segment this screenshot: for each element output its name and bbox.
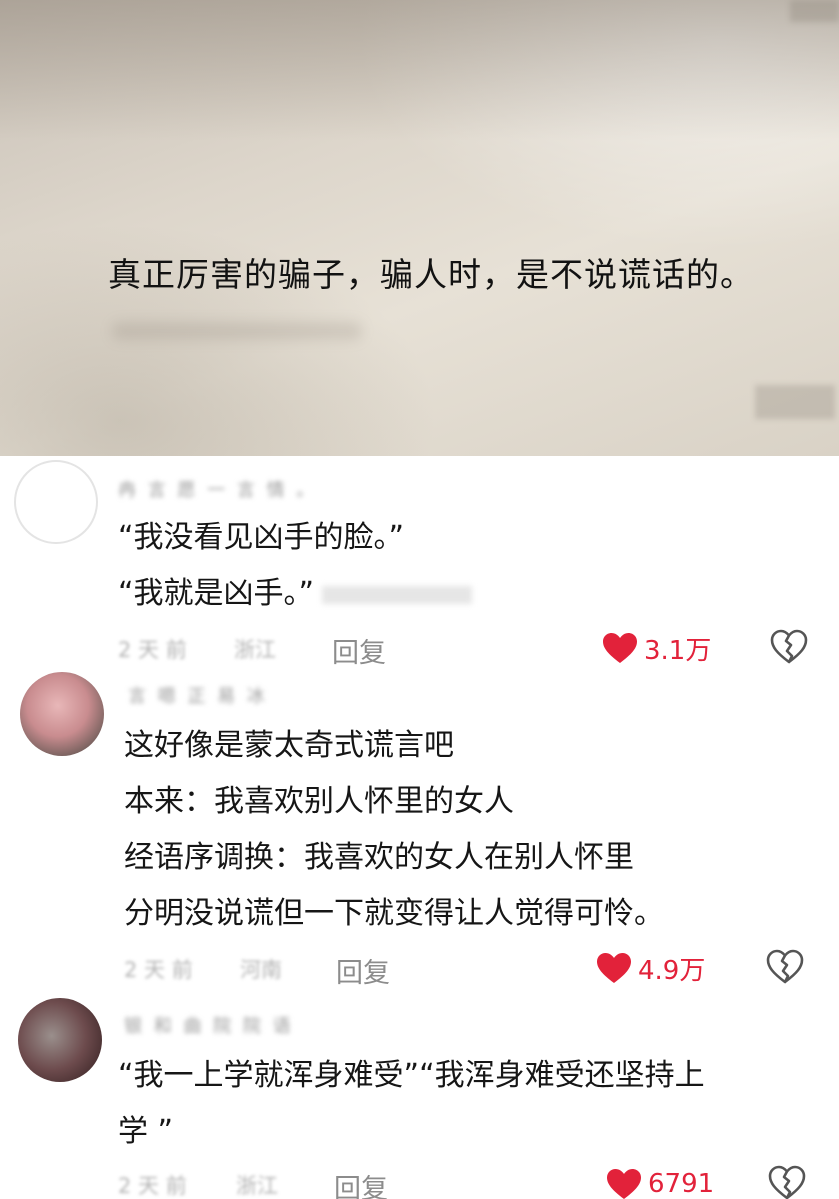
comment-line-text: “我就是凶手。”	[118, 576, 315, 611]
post-image: 真正厉害的骗子，骗人时，是不说谎话的。	[0, 0, 839, 456]
comment-username[interactable]: 言 嗯 正 易 冰	[128, 682, 268, 707]
reply-button[interactable]: 回复	[336, 951, 390, 990]
like-count: 3.1万	[644, 635, 712, 666]
comment-line: 分明没说谎但一下就变得让人觉得可怜。	[124, 896, 664, 931]
comment-meta: 2 天 前 浙江 回复 3.1万	[0, 628, 839, 670]
comment-meta: 2 天 前 河南 回复 4.9万	[0, 948, 839, 990]
blurred-book-line	[112, 322, 362, 340]
comment-time: 2 天 前	[124, 958, 193, 982]
like-button[interactable]: 3.1万	[602, 628, 711, 668]
like-count: 4.9万	[638, 955, 706, 986]
comment-time: 2 天 前	[118, 638, 187, 662]
heart-icon	[597, 953, 631, 983]
like-button[interactable]: 6791	[606, 1164, 714, 1199]
reply-button[interactable]: 回复	[332, 631, 386, 670]
heart-icon	[607, 1169, 641, 1199]
comment-item: 冉 言 愿 一 言 情 。 “我没看见凶手的脸。” “我就是凶手。” 2 天 前…	[0, 456, 839, 688]
comment-line: 这好像是蒙太奇式谎言吧	[124, 728, 454, 763]
comment-line: 本来：我喜欢别人怀里的女人	[124, 784, 514, 819]
broken-heart-icon[interactable]	[770, 629, 808, 665]
blurred-corner-text	[790, 0, 839, 22]
heart-icon	[603, 633, 637, 663]
like-button[interactable]: 4.9万	[596, 948, 705, 988]
blurred-edge-text	[755, 385, 835, 419]
comment-username[interactable]: 银 和 曲 院 院 语	[124, 1012, 294, 1037]
comment-item: 银 和 曲 院 院 语 “我一上学就浑身难受”“我浑身难受还坚持上 学 ” 2 …	[0, 990, 839, 1199]
reply-button[interactable]: 回复	[334, 1167, 388, 1199]
comment-time: 2 天 前	[118, 1174, 187, 1198]
comment-text: 这好像是蒙太奇式谎言吧 本来：我喜欢别人怀里的女人 经语序调换：我喜欢的女人在别…	[124, 718, 824, 942]
comment-location: 浙江	[236, 1174, 278, 1198]
broken-heart-icon[interactable]	[766, 949, 804, 985]
comment-location: 河南	[240, 958, 282, 982]
book-quote-text: 真正厉害的骗子，骗人时，是不说谎话的。	[108, 255, 754, 294]
comment-item: 言 嗯 正 易 冰 这好像是蒙太奇式谎言吧 本来：我喜欢别人怀里的女人 经语序调…	[0, 668, 839, 990]
comment-line: 学 ”	[118, 1114, 174, 1149]
comment-location: 浙江	[234, 638, 276, 662]
like-count: 6791	[648, 1169, 715, 1199]
comment-line: 经语序调换：我喜欢的女人在别人怀里	[124, 840, 634, 875]
avatar[interactable]	[20, 672, 104, 756]
image-shadow	[0, 0, 839, 140]
avatar[interactable]	[18, 998, 102, 1082]
comment-text: “我没看见凶手的脸。” “我就是凶手。”	[118, 510, 818, 622]
comment-username[interactable]: 冉 言 愿 一 言 情 。	[118, 476, 317, 501]
avatar[interactable]	[14, 460, 98, 544]
broken-heart-icon[interactable]	[768, 1165, 806, 1199]
comment-line: “我没看见凶手的脸。”	[118, 520, 405, 555]
comment-text: “我一上学就浑身难受”“我浑身难受还坚持上 学 ”	[118, 1048, 818, 1160]
comment-line: “我一上学就浑身难受”“我浑身难受还坚持上	[118, 1058, 705, 1093]
comment-line: “我就是凶手。”	[118, 566, 818, 622]
redacted-text	[322, 585, 473, 604]
comment-meta: 2 天 前 浙江 回复 6791	[0, 1164, 839, 1199]
